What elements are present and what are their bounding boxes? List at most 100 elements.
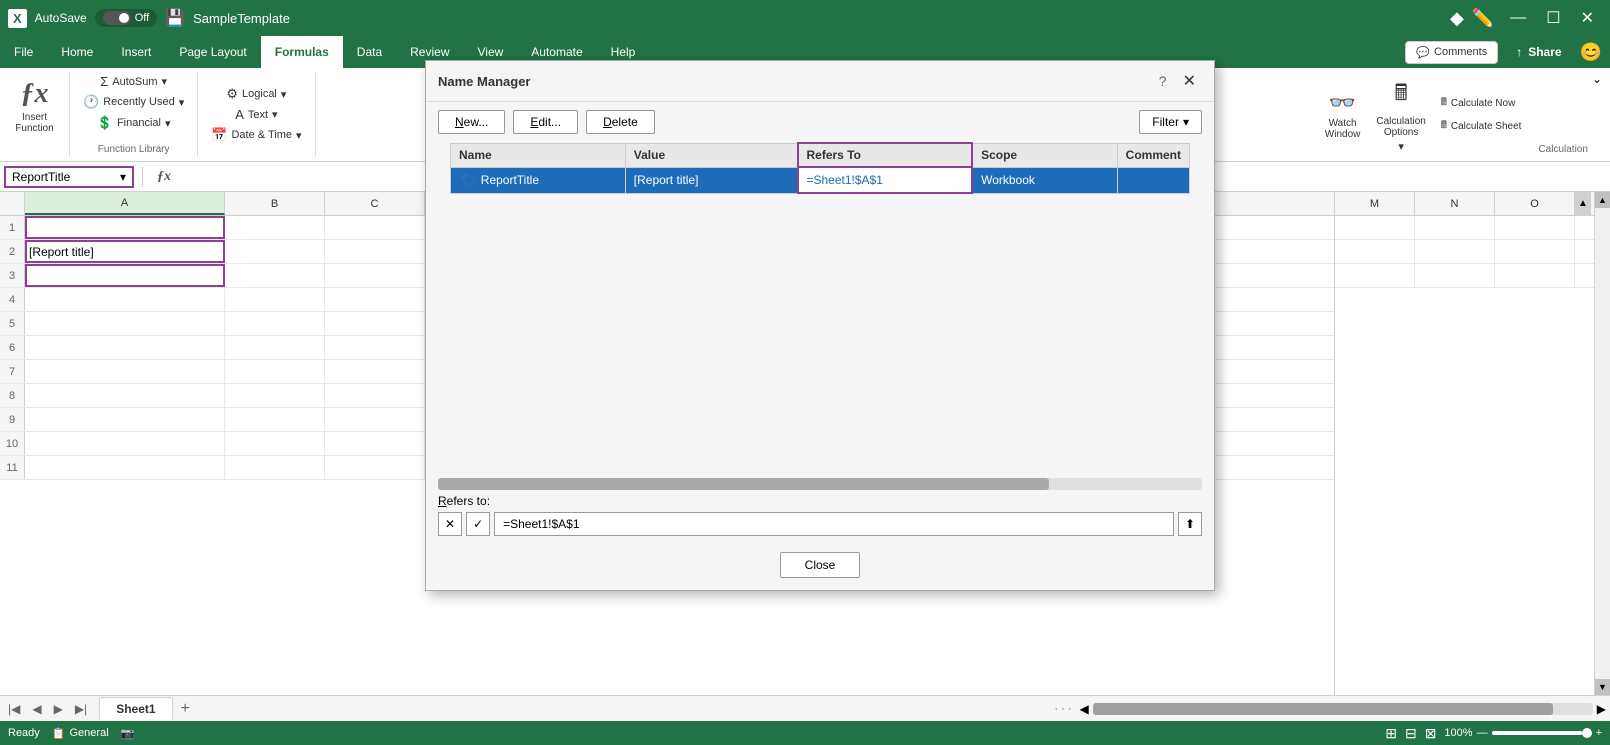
watch-window-button[interactable]: 👓 WatchWindow — [1319, 86, 1367, 144]
cell-b3[interactable] — [225, 264, 325, 287]
autosum-button[interactable]: Σ AutoSum ▾ — [95, 72, 172, 91]
sheet-nav-next[interactable]: ▶ — [50, 700, 67, 718]
cell-a1[interactable] — [25, 216, 225, 239]
hscroll-thumb[interactable] — [1093, 703, 1553, 715]
cell-b11[interactable] — [225, 456, 325, 479]
refers-to-input[interactable] — [494, 512, 1174, 536]
cell-c11[interactable] — [325, 456, 425, 479]
sheet-nav-last[interactable]: ▶| — [71, 700, 91, 718]
cell-c10[interactable] — [325, 432, 425, 455]
hscroll-track[interactable] — [1093, 703, 1593, 715]
cell-a3[interactable] — [25, 264, 225, 287]
page-break-view-button[interactable]: ⊠ — [1425, 725, 1437, 742]
filter-button[interactable]: Filter ▾ — [1139, 110, 1202, 134]
tab-file[interactable]: File — [0, 36, 47, 68]
tab-home[interactable]: Home — [47, 36, 107, 68]
insert-function-button[interactable]: ƒx InsertFunction — [9, 72, 59, 140]
page-layout-view-button[interactable]: ⊟ — [1405, 725, 1417, 742]
autosave-toggle[interactable]: Off — [95, 9, 157, 27]
delete-button[interactable]: Delete — [586, 110, 655, 134]
sheet-nav-prev[interactable]: ◀ — [28, 700, 45, 718]
cell-b8[interactable] — [225, 384, 325, 407]
zoom-slider[interactable] — [1492, 731, 1592, 735]
cell-b2[interactable] — [225, 240, 325, 263]
cell-c5[interactable] — [325, 312, 425, 335]
save-icon[interactable]: 💾 — [165, 8, 185, 28]
scroll-up-button[interactable]: ▲ — [1595, 192, 1610, 208]
tab-formulas[interactable]: Formulas — [261, 36, 343, 68]
cell-b4[interactable] — [225, 288, 325, 311]
maximize-button[interactable]: ☐ — [1538, 4, 1568, 32]
name-box[interactable]: ReportTitle ▾ — [4, 166, 134, 188]
dialog-close-btn[interactable]: Close — [780, 552, 861, 578]
cell-b9[interactable] — [225, 408, 325, 431]
col-header-b[interactable]: B — [225, 192, 325, 215]
cell-a5[interactable] — [25, 312, 225, 335]
recently-used-button[interactable]: 🕐 Recently Used ▾ — [78, 92, 189, 112]
col-header-a[interactable]: A — [25, 192, 225, 215]
cell-c4[interactable] — [325, 288, 425, 311]
hscroll-left-button[interactable]: ◀ — [1080, 702, 1089, 716]
tab-data[interactable]: Data — [343, 36, 396, 68]
sheet-nav-first[interactable]: |◀ — [4, 700, 24, 718]
comments-button[interactable]: 💬 Comments — [1405, 41, 1498, 64]
confirm-edit-button[interactable]: ✓ — [466, 512, 490, 536]
cell-c8[interactable] — [325, 384, 425, 407]
edit-button[interactable]: Edit... — [513, 110, 578, 134]
hscroll-right-button[interactable]: ▶ — [1597, 702, 1606, 716]
calc-sheet-button[interactable]: 🖩 Calculate Sheet — [1436, 116, 1527, 137]
cell-n1[interactable] — [1415, 216, 1495, 239]
financial-button[interactable]: 💲 Financial ▾ — [92, 113, 176, 133]
cell-c3[interactable] — [325, 264, 425, 287]
new-button[interactable]: New... — [438, 110, 505, 134]
zoom-slider-thumb[interactable] — [1582, 728, 1592, 738]
cell-n2[interactable] — [1415, 240, 1495, 263]
tab-insert[interactable]: Insert — [107, 36, 165, 68]
cell-m2[interactable] — [1335, 240, 1415, 263]
cell-a2[interactable]: [Report title] — [25, 240, 225, 263]
name-manager-dialog[interactable]: Name Manager ? ✕ New... Edit... Delete — [425, 60, 1215, 591]
logical-button[interactable]: ⚙ Logical ▾ — [221, 84, 291, 104]
cell-a8[interactable] — [25, 384, 225, 407]
close-button[interactable]: ✕ — [1573, 4, 1602, 32]
cell-b10[interactable] — [225, 432, 325, 455]
diamond-icon[interactable]: ◆ — [1450, 8, 1464, 29]
share-button[interactable]: ↑ Share — [1504, 39, 1573, 65]
cell-o3[interactable] — [1495, 264, 1575, 287]
cell-c1[interactable] — [325, 216, 425, 239]
cell-m1[interactable] — [1335, 216, 1415, 239]
cell-a4[interactable] — [25, 288, 225, 311]
cell-b1[interactable] — [225, 216, 325, 239]
grid-view-button[interactable]: ⊞ — [1385, 725, 1397, 742]
sheet-tab-sheet1[interactable]: Sheet1 — [99, 697, 172, 720]
cell-n3[interactable] — [1415, 264, 1495, 287]
scroll-right-button[interactable]: ▲ — [1575, 192, 1591, 215]
collapse-button[interactable]: ⬆ — [1178, 512, 1202, 536]
calculation-expand-button[interactable]: ⌄ — [1592, 72, 1602, 86]
cell-m3[interactable] — [1335, 264, 1415, 287]
cell-a7[interactable] — [25, 360, 225, 383]
cell-a6[interactable] — [25, 336, 225, 359]
cell-o1[interactable] — [1495, 216, 1575, 239]
calculation-options-button[interactable]: 🖩 CalculationOptions ▾ — [1370, 72, 1431, 157]
cell-a10[interactable] — [25, 432, 225, 455]
cell-b7[interactable] — [225, 360, 325, 383]
cancel-edit-button[interactable]: ✕ — [438, 512, 462, 536]
cell-a11[interactable] — [25, 456, 225, 479]
cell-b5[interactable] — [225, 312, 325, 335]
cell-b6[interactable] — [225, 336, 325, 359]
cell-c2[interactable] — [325, 240, 425, 263]
tab-page-layout[interactable]: Page Layout — [165, 36, 260, 68]
dialog-close-button[interactable]: ✕ — [1177, 69, 1202, 93]
scroll-down-button[interactable]: ▼ — [1595, 679, 1610, 695]
pen-icon[interactable]: ✏️ — [1472, 8, 1494, 29]
minimize-button[interactable]: — — [1502, 5, 1534, 31]
calc-now-button[interactable]: 🖩 Calculate Now — [1436, 93, 1527, 114]
add-sheet-button[interactable]: + — [173, 698, 198, 720]
dialog-help-button[interactable]: ? — [1153, 71, 1173, 91]
col-header-n[interactable]: N — [1415, 192, 1495, 215]
emoji-icon[interactable]: 😊 — [1580, 42, 1602, 63]
col-header-o[interactable]: O — [1495, 192, 1575, 215]
col-header-c[interactable]: C — [325, 192, 425, 215]
vertical-scrollbar[interactable]: ▲ ▼ — [1594, 192, 1610, 695]
